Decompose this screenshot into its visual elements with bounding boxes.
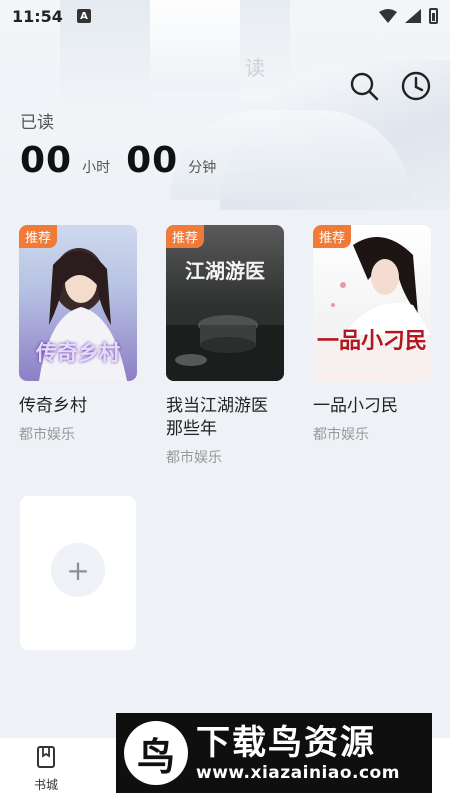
notification-a-icon: A: [76, 9, 91, 23]
book-cover[interactable]: 一品小刁民 推荐: [313, 225, 431, 381]
recommend-badge: 推荐: [166, 225, 205, 248]
book-cover[interactable]: 江湖游医 推荐: [166, 225, 284, 381]
book-genre: 都市娱乐: [313, 427, 369, 443]
book-title[interactable]: 我当江湖游医那些年: [166, 395, 284, 441]
plus-icon: +: [51, 543, 105, 597]
hours-unit: 小时: [82, 160, 111, 176]
tab-bookstore[interactable]: 书城: [20, 746, 72, 793]
watermark-url: www.xiazainiao.com: [196, 763, 400, 783]
book-cover[interactable]: 传奇乡村 推荐: [19, 225, 137, 381]
minutes-value: 00: [126, 140, 179, 181]
search-icon[interactable]: [348, 70, 380, 102]
cover-title: 江湖游医: [185, 259, 265, 283]
clock-icon[interactable]: [400, 70, 432, 102]
status-bar: 11:54 A: [0, 0, 450, 32]
book-item[interactable]: 一品小刁民 推荐 一品小刁民 都市娱乐: [313, 225, 431, 444]
battery-icon: [429, 8, 438, 24]
book-icon: [37, 746, 55, 768]
recommend-badge: 推荐: [19, 225, 58, 248]
cover-illustration: [331, 237, 431, 335]
book-title[interactable]: 一品小刁民: [313, 395, 431, 418]
signal-icon: [405, 9, 421, 23]
watermark: 鸟 下载鸟资源 www.xiazainiao.com: [116, 713, 432, 793]
cover-illustration: [166, 315, 284, 381]
read-time: 00 小时 00 分钟: [20, 140, 232, 181]
status-time: 11:54: [12, 6, 63, 26]
tab-bookstore-label: 书城: [33, 778, 58, 792]
watermark-title: 下载鸟资源: [196, 723, 376, 763]
wifi-icon: [379, 9, 397, 23]
cover-title: 传奇乡村: [36, 340, 120, 365]
book-title[interactable]: 传奇乡村: [19, 395, 137, 418]
recommend-badge: 推荐: [313, 225, 352, 248]
book-genre: 都市娱乐: [166, 450, 222, 466]
book-genre: 都市娱乐: [19, 427, 75, 443]
hours-value: 00: [20, 140, 73, 181]
watermark-logo: 鸟: [124, 721, 188, 785]
minutes-unit: 分钟: [188, 160, 217, 176]
cover-title: 一品小刁民: [316, 328, 427, 354]
add-book-button[interactable]: +: [20, 496, 136, 650]
book-item[interactable]: 江湖游医 推荐 我当江湖游医那些年 都市娱乐: [166, 225, 284, 467]
read-label: 已读: [20, 113, 54, 133]
book-item[interactable]: 传奇乡村 推荐 传奇乡村 都市娱乐: [19, 225, 137, 444]
